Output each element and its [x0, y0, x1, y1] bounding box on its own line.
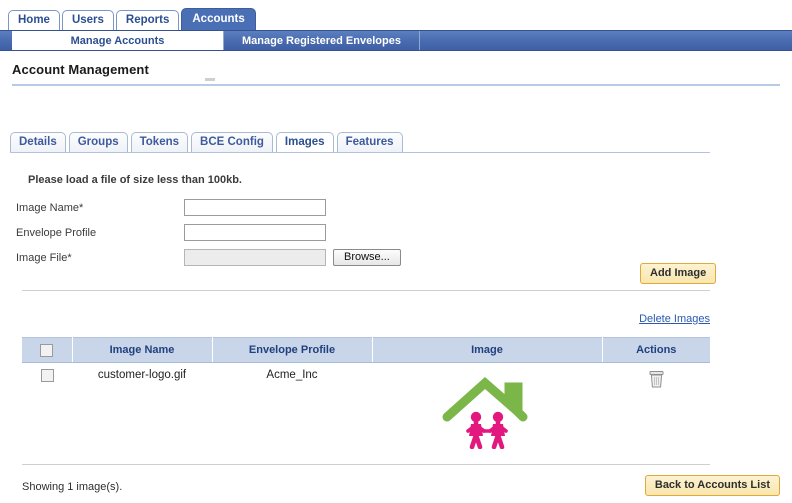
- page-title: Account Management: [12, 62, 149, 77]
- tab-accounts[interactable]: Accounts: [181, 8, 256, 30]
- sub-navigation-bar: Manage Accounts Manage Registered Envelo…: [0, 30, 792, 51]
- showing-count-label: Showing 1 image(s).: [22, 481, 123, 493]
- cell-actions: [602, 362, 710, 458]
- form-row-image-file: Image File* Browse...: [16, 246, 401, 269]
- top-navigation-bar: Home Users Reports Accounts: [0, 0, 792, 30]
- trash-icon: [649, 371, 663, 388]
- images-table: Image Name Envelope Profile Image Action…: [22, 337, 710, 458]
- tab-images[interactable]: Images: [275, 132, 334, 153]
- envelope-profile-input[interactable]: [184, 224, 326, 241]
- cell-envelope-profile: Acme_Inc: [212, 362, 372, 458]
- form-row-image-name: Image Name*: [16, 196, 401, 219]
- upload-size-hint: Please load a file of size less than 100…: [28, 174, 242, 186]
- subnav-filler: [420, 31, 792, 50]
- tab-features[interactable]: Features: [336, 132, 403, 153]
- subnav-left-spacer: [0, 31, 12, 50]
- table-row: customer-logo.gif Acme_Inc: [22, 362, 710, 458]
- subtab-manage-registered-envelopes[interactable]: Manage Registered Envelopes: [224, 31, 420, 50]
- logo-wrapper: [373, 369, 601, 449]
- column-header-actions: Actions: [602, 337, 710, 363]
- content-tabs-divider: [10, 152, 710, 153]
- cell-image-name: customer-logo.gif: [72, 362, 212, 458]
- form-section-divider: [22, 290, 710, 291]
- tab-reports[interactable]: Reports: [115, 10, 180, 30]
- label-image-file: Image File*: [16, 251, 72, 264]
- title-divider: [12, 84, 780, 86]
- image-file-input[interactable]: [184, 249, 326, 266]
- tab-home[interactable]: Home: [8, 10, 60, 30]
- cell-row-select: [22, 362, 72, 458]
- top-tab-list: Home Users Reports Accounts: [8, 8, 256, 30]
- delete-images-link[interactable]: Delete Images: [639, 313, 710, 325]
- tab-bce-config[interactable]: BCE Config: [191, 132, 273, 153]
- form-row-envelope-profile: Envelope Profile: [16, 221, 401, 244]
- delete-row-button[interactable]: [649, 371, 664, 391]
- column-header-image-name[interactable]: Image Name: [72, 337, 213, 363]
- image-name-input[interactable]: [184, 199, 326, 216]
- title-decoration: [205, 78, 215, 81]
- cell-image-preview: [372, 362, 602, 458]
- column-header-image[interactable]: Image: [372, 337, 603, 363]
- content-tab-list: Details Groups Tokens BCE Config Images …: [10, 132, 403, 153]
- browse-button[interactable]: Browse...: [333, 249, 401, 266]
- label-image-name: Image Name*: [16, 201, 84, 214]
- house-family-logo-icon: [442, 376, 528, 449]
- footer-divider: [22, 464, 710, 465]
- back-to-accounts-list-button[interactable]: Back to Accounts List: [644, 475, 780, 496]
- add-image-button[interactable]: Add Image: [640, 263, 717, 284]
- table-header-row: Image Name Envelope Profile Image Action…: [22, 337, 710, 363]
- label-envelope-profile: Envelope Profile: [16, 226, 97, 239]
- tab-details[interactable]: Details: [10, 132, 66, 153]
- row-checkbox[interactable]: [40, 369, 54, 382]
- tab-groups[interactable]: Groups: [68, 132, 128, 153]
- subtab-manage-accounts[interactable]: Manage Accounts: [12, 31, 224, 50]
- select-all-checkbox[interactable]: [40, 343, 54, 357]
- tab-users[interactable]: Users: [61, 10, 114, 30]
- tab-tokens[interactable]: Tokens: [130, 132, 189, 153]
- column-header-envelope-profile[interactable]: Envelope Profile: [212, 337, 373, 363]
- upload-form: Image Name* Envelope Profile Image File*…: [16, 196, 401, 271]
- column-header-select: [22, 337, 73, 363]
